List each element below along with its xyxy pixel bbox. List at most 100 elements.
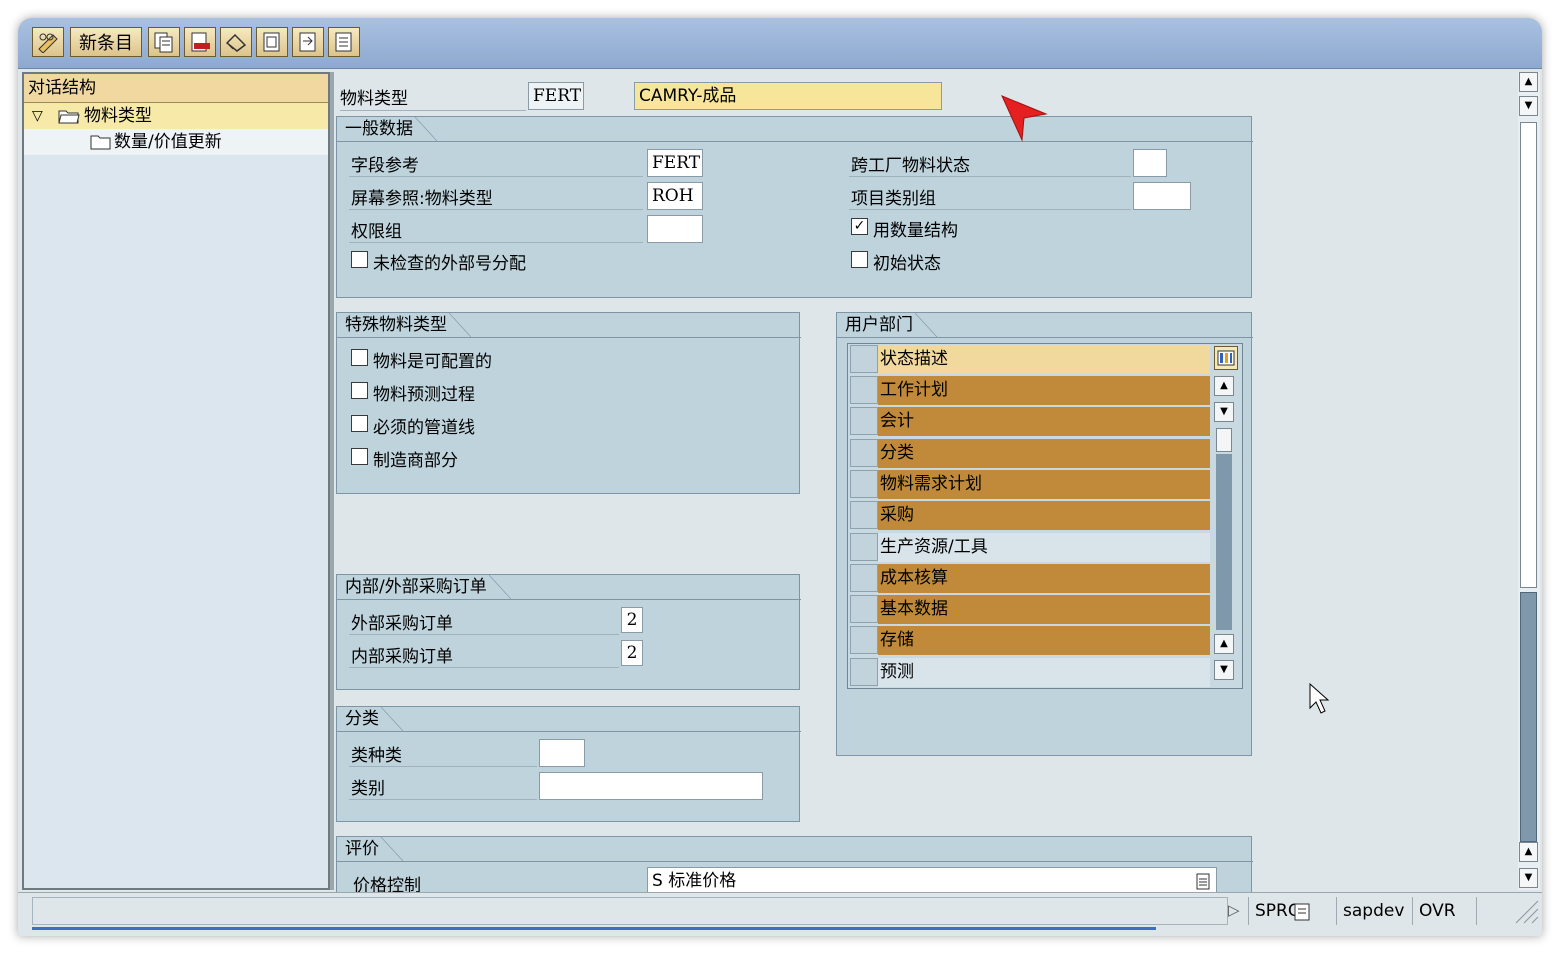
label-underline [349,209,643,210]
deselect-all-button[interactable] [328,27,360,57]
scroll-page-down-button[interactable]: ▼ [1214,660,1234,680]
row-selector[interactable] [850,657,878,686]
material-type-description-field[interactable]: CAMRY-成品 [634,82,942,110]
page-up-button[interactable]: ▲ [1519,72,1538,92]
manufacturer-part-checkbox[interactable] [351,448,368,465]
row-selector[interactable] [850,563,878,592]
scroll-line-up-button[interactable]: ▲ [1214,634,1234,654]
table-scroll-track[interactable] [1216,454,1232,630]
external-po-label: 外部采购订单 [351,614,453,634]
status-bar: ▷ SPRO sapdev OVR [18,892,1542,936]
row-selector[interactable] [850,532,878,561]
scroll-thumb[interactable] [1520,122,1537,588]
column-header-status-desc[interactable]: 状态描述 [878,345,1210,374]
user-departments-table: 状态描述 工作计划 会计 分类 物料需求计划 采购 生产资源/工具 成本核算 基本数据 存储 预测… [847,343,1243,689]
scroll-line-down-button[interactable]: ▼ [1214,402,1234,422]
internal-po-input[interactable]: 2 [621,640,643,666]
pipeline-mandatory-checkbox[interactable] [351,415,368,432]
splitter[interactable] [330,72,334,890]
table-row[interactable]: 分类 [848,438,1210,468]
select-all-button[interactable] [256,27,288,57]
field-reference-input[interactable]: FERT [647,149,703,177]
table-row[interactable]: 采购 [848,500,1210,531]
external-po-input[interactable]: 2 [621,607,643,633]
undo-change-button[interactable] [220,27,252,57]
configurable-checkbox[interactable] [351,349,368,366]
row-label: 预测 [878,657,1210,687]
item-category-group-input[interactable] [1133,182,1191,210]
label-underline [340,110,526,111]
row-selector[interactable] [850,626,878,655]
session-info-icon[interactable] [1294,902,1310,930]
row-selector[interactable] [850,595,878,624]
cross-plant-status-input[interactable] [1133,149,1167,177]
table-row[interactable]: 成本核算 [848,563,1210,593]
column-config-icon [1217,350,1235,366]
new-entries-label: 新条目 [79,33,133,54]
column-settings-button[interactable] [1214,346,1238,370]
label-underline [349,242,643,243]
quantity-structure-checkbox[interactable]: ✓ [851,218,868,235]
table-row[interactable]: 工作计划 [848,375,1210,405]
line-up-button[interactable]: ▲ [1519,842,1538,862]
row-selector[interactable] [850,407,878,436]
price-control-dropdown[interactable]: S 标准价格 [647,867,1217,895]
table-row[interactable]: 生产资源/工具 [848,532,1210,562]
group-title: 一般数据 [337,117,437,141]
label-underline [349,634,619,635]
label-underline [349,667,619,668]
table-row[interactable]: 基本数据 [848,594,1210,625]
class-input[interactable] [539,772,763,800]
mouse-cursor-icon [1308,682,1330,721]
screen-reference-input[interactable]: ROH [647,182,703,210]
collapse-triangle-icon[interactable]: ▽ [32,103,43,129]
initial-status-label: 初始状态 [873,254,941,274]
manufacturer-part-label: 制造商部分 [373,451,458,471]
table-scrollbar[interactable]: ▲ ▼ ▲ ▼ [1214,376,1236,688]
group-title-line [337,861,1253,862]
tree-item-label: 数量/价值更新 [114,132,222,152]
line-down-button[interactable]: ▼ [1519,96,1538,116]
status-system: sapdev [1336,897,1412,925]
group-title-line [837,337,1253,338]
initial-status-checkbox[interactable] [851,251,868,268]
table-row[interactable]: 存储 [848,625,1210,656]
class-type-input[interactable] [539,739,585,767]
dialog-structure-header: 对话结构 [24,74,328,103]
resize-grip-icon[interactable] [1512,897,1540,925]
select-all-icon [259,31,285,53]
select-all-rows-button[interactable] [850,345,878,373]
edit-toggle-button[interactable] [32,27,64,57]
row-label: 物料需求计划 [878,469,1210,499]
delete-button[interactable] [184,27,216,57]
row-selector[interactable] [850,376,878,404]
valuation-group: 评价 价格控制 S 标准价格 [336,836,1253,896]
new-entries-button[interactable]: 新条目 [70,27,142,57]
table-row[interactable]: 会计 [848,406,1210,437]
table-row[interactable]: 预测 [848,657,1210,687]
group-title-line [337,731,801,732]
user-departments-group: 用户部门 状态描述 工作计划 会计 分类 物料需求计划 采购 生产资源/工具 成本核算 基本数… [836,312,1253,756]
dialog-structure-panel: 对话结构 ▽ 物料类型 数量/价值更新 [22,72,330,890]
copy-as-button[interactable] [148,27,180,57]
status-mode[interactable]: OVR [1412,897,1476,925]
scroll-track[interactable] [1520,592,1537,842]
scroll-page-up-button[interactable]: ▲ [1214,376,1234,396]
main-vertical-scrollbar[interactable]: ▲ ▼ ▲ ▼ [1518,72,1540,890]
row-selector[interactable] [850,438,878,467]
page-down-button[interactable]: ▼ [1519,868,1538,888]
table-scroll-thumb[interactable] [1216,428,1232,452]
authorization-group-input[interactable] [647,215,703,243]
status-expand-triangle-icon[interactable]: ▷ [1228,901,1240,919]
row-selector[interactable] [850,469,878,498]
field-reference-label: 字段参考 [351,156,419,176]
forecast-process-checkbox[interactable] [351,382,368,399]
group-title-line [337,599,801,600]
tree-item-material-type[interactable]: ▽ 物料类型 [24,103,328,129]
row-selector[interactable] [850,501,878,530]
table-row[interactable]: 物料需求计划 [848,469,1210,499]
select-block-button[interactable] [292,27,324,57]
status-empty-segment [1476,897,1512,925]
unchecked-ext-number-checkbox[interactable] [351,251,368,268]
tree-item-qty-value-update[interactable]: 数量/价值更新 [24,129,328,155]
